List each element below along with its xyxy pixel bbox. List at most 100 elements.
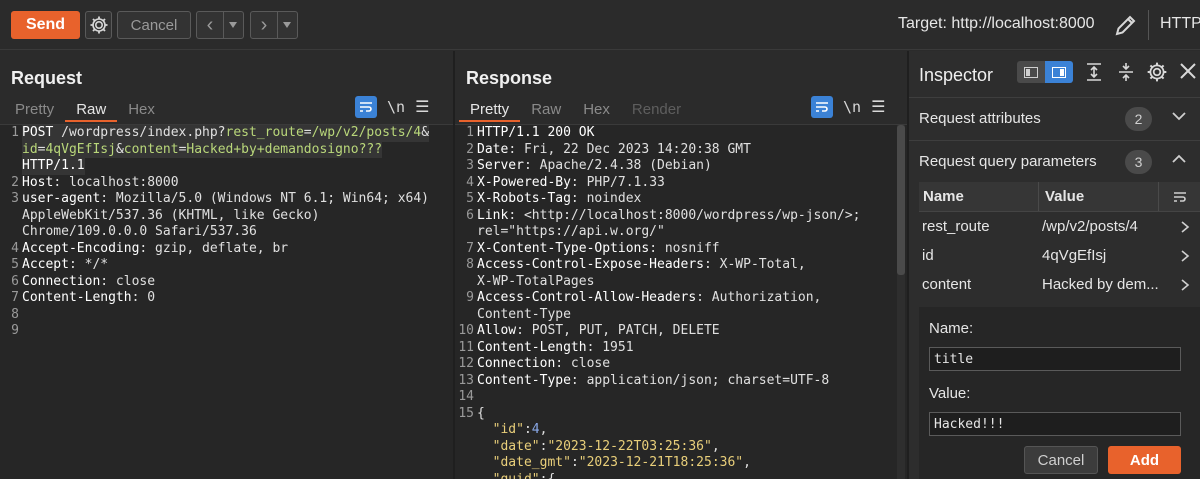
request-panel: Request Pretty Raw Hex \n ☰ 1 POST /wordp… bbox=[0, 51, 453, 479]
chevron-right-icon[interactable] bbox=[1169, 212, 1200, 241]
value-input[interactable] bbox=[929, 412, 1181, 436]
code-token: :{ bbox=[539, 471, 556, 479]
code-token: : <http://localhost:8000/wordpress/wp-js… bbox=[508, 207, 861, 223]
scrollbar-thumb[interactable] bbox=[897, 125, 905, 275]
code-line: "date":"2023-12-22T03:25:36", bbox=[455, 439, 907, 456]
http-version-label[interactable]: HTTP/ bbox=[1160, 15, 1200, 33]
code-token: : POST, PUT, PATCH, DELETE bbox=[516, 323, 720, 338]
request-tab-raw[interactable]: Raw bbox=[65, 100, 118, 122]
code-text: X-Powered-By: PHP/7.1.33 bbox=[477, 175, 665, 192]
line-number bbox=[0, 158, 22, 175]
code-token: rest_route bbox=[225, 125, 304, 140]
forward-dropdown[interactable] bbox=[277, 12, 296, 38]
code-line: 7 Content-Length: 0 bbox=[0, 290, 453, 307]
code-text: HTTP/1.1 200 OK bbox=[477, 125, 594, 142]
response-editor[interactable]: 1 HTTP/1.1 200 OK 2 Date: Fri, 22 Dec 2023 … bbox=[455, 124, 907, 479]
code-token: = bbox=[303, 125, 312, 140]
code-text: Accept: */* bbox=[22, 257, 108, 274]
close-icon[interactable] bbox=[1179, 62, 1197, 80]
line-number: 10 bbox=[458, 323, 474, 338]
code-text: user-agent: Mozilla/5.0 (Windows NT 6.1;… bbox=[22, 191, 429, 208]
code-text: Content-Length: 0 bbox=[22, 290, 155, 307]
code-token: "date" bbox=[492, 438, 540, 454]
code-text: X-Robots-Tag: noindex bbox=[477, 191, 641, 208]
chevron-right-icon[interactable] bbox=[1169, 270, 1200, 299]
line-number: 9 bbox=[11, 323, 19, 338]
line-number: 7 bbox=[466, 240, 474, 256]
response-tab-pretty[interactable]: Pretty bbox=[459, 100, 521, 122]
table-row[interactable]: id 4qVgEfIsj bbox=[919, 241, 1200, 270]
back-dropdown[interactable] bbox=[223, 12, 242, 38]
inspector-layout-right[interactable] bbox=[1045, 61, 1073, 83]
chevron-right-icon[interactable] bbox=[1169, 241, 1200, 270]
cancel-button[interactable]: Cancel bbox=[1024, 446, 1098, 474]
code-token: : gzip, deflate, br bbox=[139, 240, 289, 256]
code-token: Accept bbox=[22, 257, 69, 272]
panel-left-icon bbox=[1024, 66, 1038, 78]
code-token: Connection bbox=[477, 356, 556, 371]
expand-icon[interactable] bbox=[1085, 62, 1103, 82]
word-wrap-icon[interactable] bbox=[811, 96, 833, 118]
table-row[interactable]: content Hacked by dem... bbox=[919, 270, 1200, 299]
add-button[interactable]: Add bbox=[1108, 446, 1181, 474]
pencil-icon[interactable] bbox=[1112, 11, 1140, 39]
code-token: POST bbox=[22, 125, 62, 140]
collapse-icon[interactable] bbox=[1117, 62, 1135, 82]
inspector-layout-left[interactable] bbox=[1017, 61, 1045, 83]
table-row[interactable]: rest_route /wp/v2/posts/4 bbox=[919, 212, 1200, 241]
back-button[interactable]: ‹ bbox=[196, 11, 244, 39]
request-tab-hex[interactable]: Hex bbox=[117, 100, 166, 122]
code-token: Date bbox=[477, 141, 509, 157]
column-header-value[interactable]: Value bbox=[1039, 182, 1159, 211]
code-token: 4qVgEfIsj bbox=[45, 141, 116, 157]
param-name: content bbox=[922, 276, 972, 293]
wrap-icon[interactable] bbox=[1159, 182, 1200, 211]
response-scrollbar[interactable] bbox=[897, 125, 905, 479]
section-request-query-parameters[interactable]: Request query parameters 3 bbox=[909, 140, 1200, 182]
code-line: Content-Type bbox=[455, 307, 907, 324]
code-text: X-Content-Type-Options: nosniff bbox=[477, 241, 720, 258]
cancel-button[interactable]: Cancel bbox=[117, 11, 191, 39]
toolbar: Send Cancel ‹ › Target: http://localhost… bbox=[0, 0, 1200, 50]
word-wrap-icon[interactable] bbox=[355, 96, 377, 118]
newline-toggle[interactable]: \n bbox=[843, 98, 861, 116]
line-number: 14 bbox=[458, 389, 474, 404]
code-line: 8 Access-Control-Expose-Headers: X-WP-Tot… bbox=[455, 257, 907, 274]
code-token: , bbox=[711, 438, 720, 454]
code-text: Content-Type: application/json; charset=… bbox=[477, 373, 829, 390]
inspector-panel: Inspector Request attributes 2 Request q… bbox=[909, 51, 1200, 479]
target-label: Target: http://localhost:8000 bbox=[898, 15, 1095, 32]
newline-toggle[interactable]: \n bbox=[387, 98, 405, 116]
code-token: , bbox=[743, 455, 751, 470]
section-request-attributes[interactable]: Request attributes 2 bbox=[909, 97, 1200, 139]
menu-icon[interactable]: ☰ bbox=[415, 97, 429, 117]
code-token: : 0 bbox=[131, 290, 156, 305]
send-button[interactable]: Send bbox=[11, 11, 80, 39]
name-input[interactable] bbox=[929, 347, 1181, 371]
response-tab-raw[interactable]: Raw bbox=[520, 100, 572, 122]
code-text: id=4qVgEfIsj&content=Hacked+by+demandosi… bbox=[22, 141, 383, 158]
code-line: 7 X-Content-Type-Options: nosniff bbox=[455, 241, 907, 258]
code-text: "date":"2023-12-22T03:25:36", bbox=[477, 439, 720, 456]
caret-down-icon bbox=[229, 22, 237, 28]
code-token: "2023-12-22T03:25:36" bbox=[547, 438, 712, 454]
section-label: Request attributes bbox=[919, 110, 1041, 127]
response-tab-hex[interactable]: Hex bbox=[572, 100, 621, 122]
forward-button[interactable]: › bbox=[250, 11, 298, 39]
request-tab-pretty[interactable]: Pretty bbox=[4, 100, 65, 122]
code-line: 3 Server: Apache/2.4.38 (Debian) bbox=[455, 158, 907, 175]
code-token: : bbox=[523, 422, 532, 437]
code-text: HTTP/1.1 bbox=[22, 158, 85, 175]
settings-button[interactable] bbox=[85, 11, 112, 39]
column-header-name[interactable]: Name bbox=[919, 182, 1039, 211]
code-line: 2 Host: localhost:8000 bbox=[0, 175, 453, 192]
gear-icon[interactable] bbox=[1146, 61, 1168, 83]
code-line: 4 X-Powered-By: PHP/7.1.33 bbox=[455, 175, 907, 192]
code-line: 9 Access-Control-Allow-Headers: Authoriza… bbox=[455, 290, 907, 307]
count-badge: 2 bbox=[1125, 107, 1152, 131]
request-editor[interactable]: 1 POST /wordpress/index.php?rest_route=/w… bbox=[0, 124, 453, 479]
menu-icon[interactable]: ☰ bbox=[871, 97, 885, 117]
code-text: X-WP-TotalPages bbox=[477, 274, 594, 291]
response-tab-render[interactable]: Render bbox=[621, 100, 692, 122]
code-token: "guid" bbox=[492, 471, 540, 479]
